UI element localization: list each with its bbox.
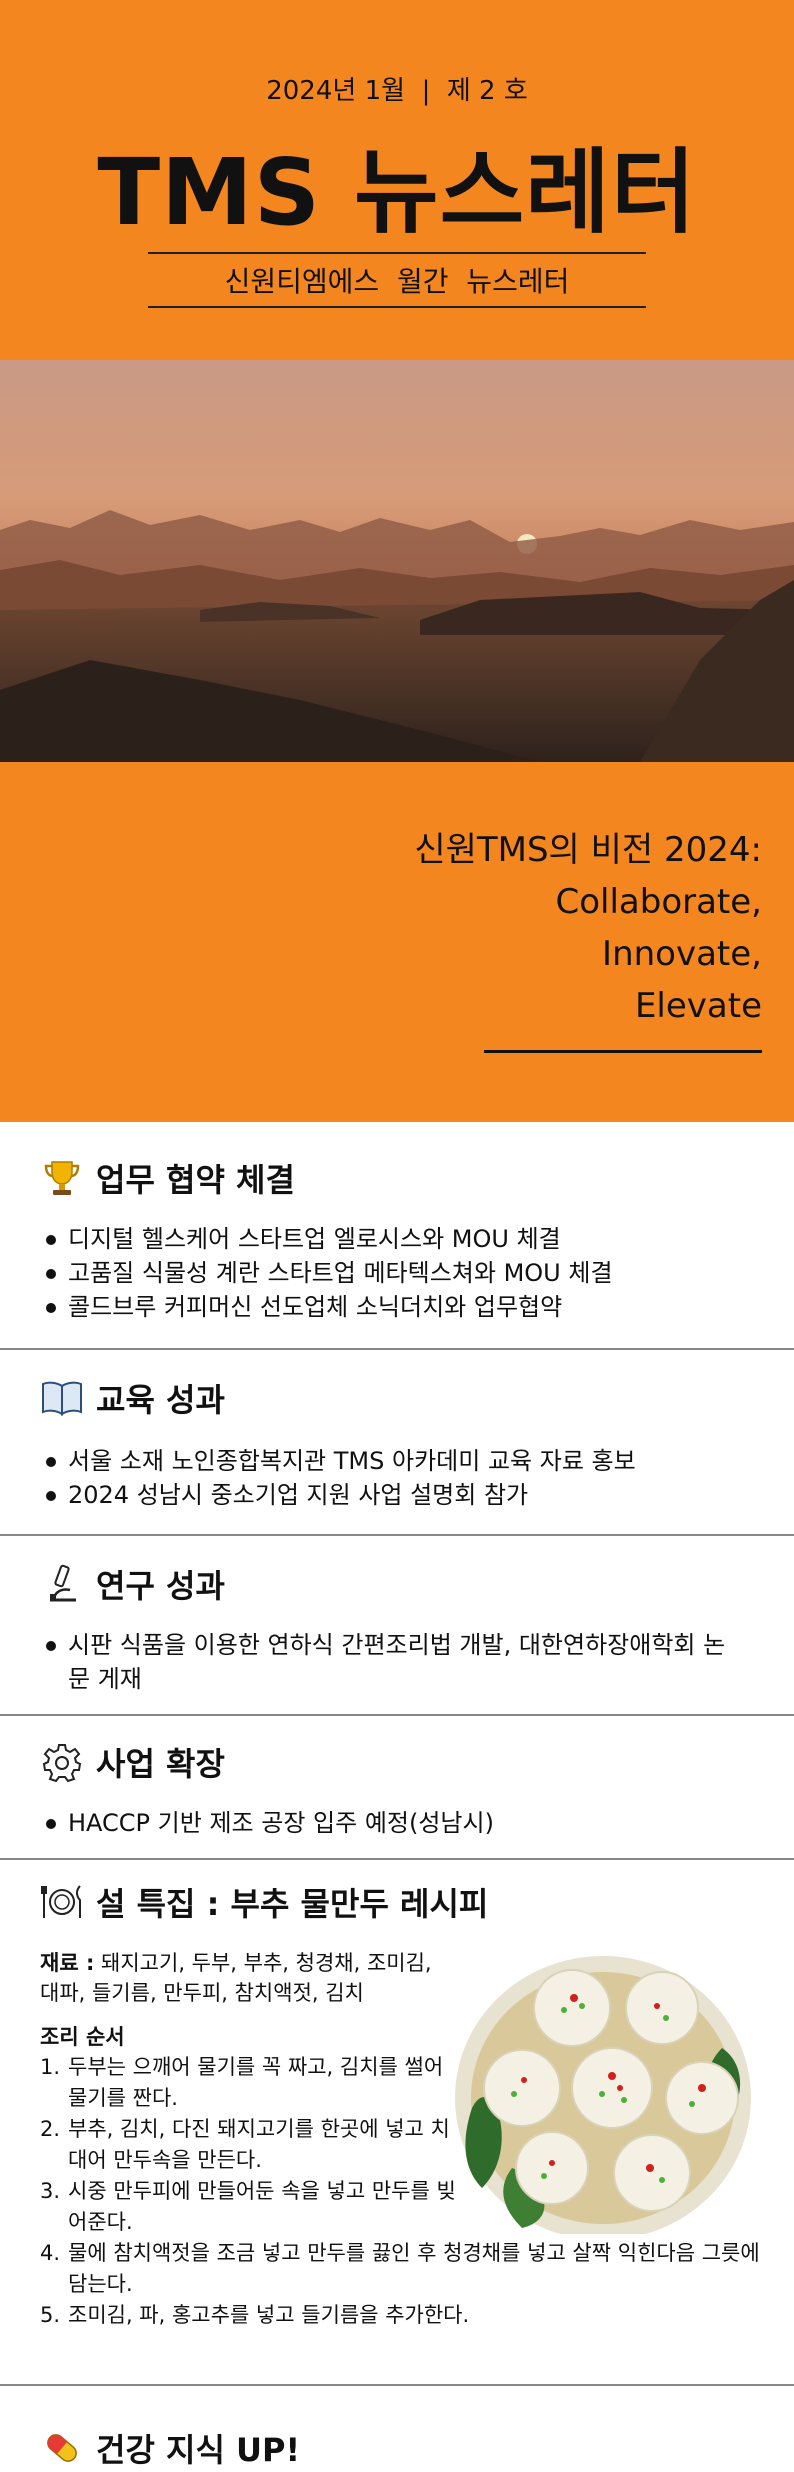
section-research: 연구 성과 시판 식품을 이용한 연하식 간편조리법 개발, 대한연하장애학회 … (0, 1536, 794, 1716)
section-recipe: 설 특집 : 부추 물만두 레시피 재료: 돼지고기, 두부, 부추, 청경채… (0, 1860, 794, 2386)
list-item: 서울 소재 노인종합복지관 TMS 아카데미 교육 자료 홍보 (40, 1444, 794, 1478)
section-title-recipe: 설 특집 : 부추 물만두 레시피 (96, 1885, 489, 1923)
desert-sunset-photo (0, 360, 794, 762)
subtitle-box: 신원티엠에스 월간 뉴스레터 (148, 252, 646, 308)
vision-line-4: Elevate (634, 986, 762, 1026)
list-item: 디지털 헬스케어 스타트업 엘로시스와 MOU 체결 (40, 1222, 794, 1256)
step-text: 부추, 김치, 다진 돼지고기를 한곳에 넣고 치대어 만두속을 만든다. (68, 2117, 450, 2172)
pill-icon (40, 2426, 84, 2470)
section-title-research: 연구 성과 (96, 1567, 225, 1605)
newsletter-title: TMS 뉴스레터 (97, 139, 697, 246)
step-text: 조미김, 파, 홍고추를 넣고 들기름을 추가한다. (68, 2303, 470, 2327)
step-text: 물에 참치액젓을 조금 넣고 만두를 끓인 후 청경채를 넣고 살짝 익힌다음 … (68, 2241, 760, 2296)
vision-line-1: 신원TMS의 비전 2024: (414, 830, 762, 870)
step-text: 두부는 으깨어 물기를 꼭 짜고, 김치를 썰어 물기를 짠다. (68, 2055, 444, 2110)
list-item: 시판 식품을 이용한 연하식 간편조리법 개발, 대한연하장애학회 논문 게재 (40, 1628, 740, 1696)
section-education: 교육 성과 서울 소재 노인종합복지관 TMS 아카데미 교육 자료 홍보 20… (0, 1350, 794, 1536)
book-icon (40, 1376, 84, 1420)
list-item: 2024 성남시 중소기업 지원 사업 설명회 참가 (40, 1478, 794, 1512)
issue-info: 2024년 1월 | 제 2 호 (266, 76, 528, 106)
section-health: 건강 지식 UP! (0, 2386, 794, 2469)
list-item: 2. 부추, 김치, 다진 돼지고기를 한곳에 넣고 치대어 만두속을 만든다. (40, 2117, 450, 2172)
list-item: 4. 물에 참치액젓을 조금 넣고 만두를 끓인 후 청경채를 넣고 살짝 익힌다… (40, 2241, 760, 2296)
list-item: HACCP 기반 제조 공장 입주 예정(성남시) (40, 1806, 794, 1840)
vision-underline (484, 1050, 762, 1053)
vision-statement: 신원TMS의 비전 2024: Collaborate, Innovate, E… (414, 824, 762, 1032)
list-item: 5. 조미김, 파, 홍고추를 넣고 들기름을 추가한다. (40, 2303, 470, 2327)
vision-line-2: Collaborate, (555, 882, 762, 922)
list-item: 3. 시중 만두피에 만들어둔 속을 넣고 만두를 빚어준다. (40, 2179, 456, 2234)
microscope-icon (40, 1562, 84, 1606)
step-text: 시중 만두피에 만들어둔 속을 넣고 만두를 빚어준다. (68, 2179, 456, 2234)
newsletter-subtitle: 신원티엠에스 월간 뉴스레터 (224, 265, 570, 298)
section-mou: 업무 협약 체결 디지털 헬스케어 스타트업 엘로시스와 MOU 체결 고품질 … (0, 1122, 794, 1350)
vision-banner: 신원TMS의 비전 2024: Collaborate, Innovate, E… (0, 762, 794, 1122)
recipe-ingredients: 재료 : 돼지고기, 두부, 부추, 청경채, 조미김, 대파, 들기름, 만두… (40, 1948, 440, 2008)
ingredients-label: 재료 : (40, 1951, 95, 1975)
dumpling-photo (452, 1948, 754, 2234)
section-title-business: 사업 확장 (96, 1745, 225, 1783)
section-title-education: 교육 성과 (96, 1381, 225, 1419)
section-title-health: 건강 지식 UP! (96, 2431, 301, 2469)
header-banner: 2024년 1월 | 제 2 호 TMS 뉴스레터 신원티엠에스 월간 뉴스레터 (0, 0, 794, 360)
plate-icon (40, 1880, 84, 1924)
ingredients-list: 돼지고기, 두부, 부추, 청경채, 조미김, 대파, 들기름, 만두피, 참치… (40, 1951, 432, 2005)
vision-line-3: Innovate, (602, 934, 762, 974)
section-title-mou: 업무 협약 체결 (96, 1161, 295, 1199)
list-item: 콜드브루 커피머신 선도업체 소닉더치와 업무협약 (40, 1290, 794, 1324)
gear-icon (40, 1740, 84, 1784)
trophy-icon (40, 1156, 84, 1200)
list-item: 고품질 식물성 계란 스타트업 메타텍스쳐와 MOU 체결 (40, 1256, 794, 1290)
section-business: 사업 확장 HACCP 기반 제조 공장 입주 예정(성남시) (0, 1716, 794, 1860)
list-item: 1. 두부는 으깨어 물기를 꼭 짜고, 김치를 썰어 물기를 짠다. (40, 2055, 444, 2110)
